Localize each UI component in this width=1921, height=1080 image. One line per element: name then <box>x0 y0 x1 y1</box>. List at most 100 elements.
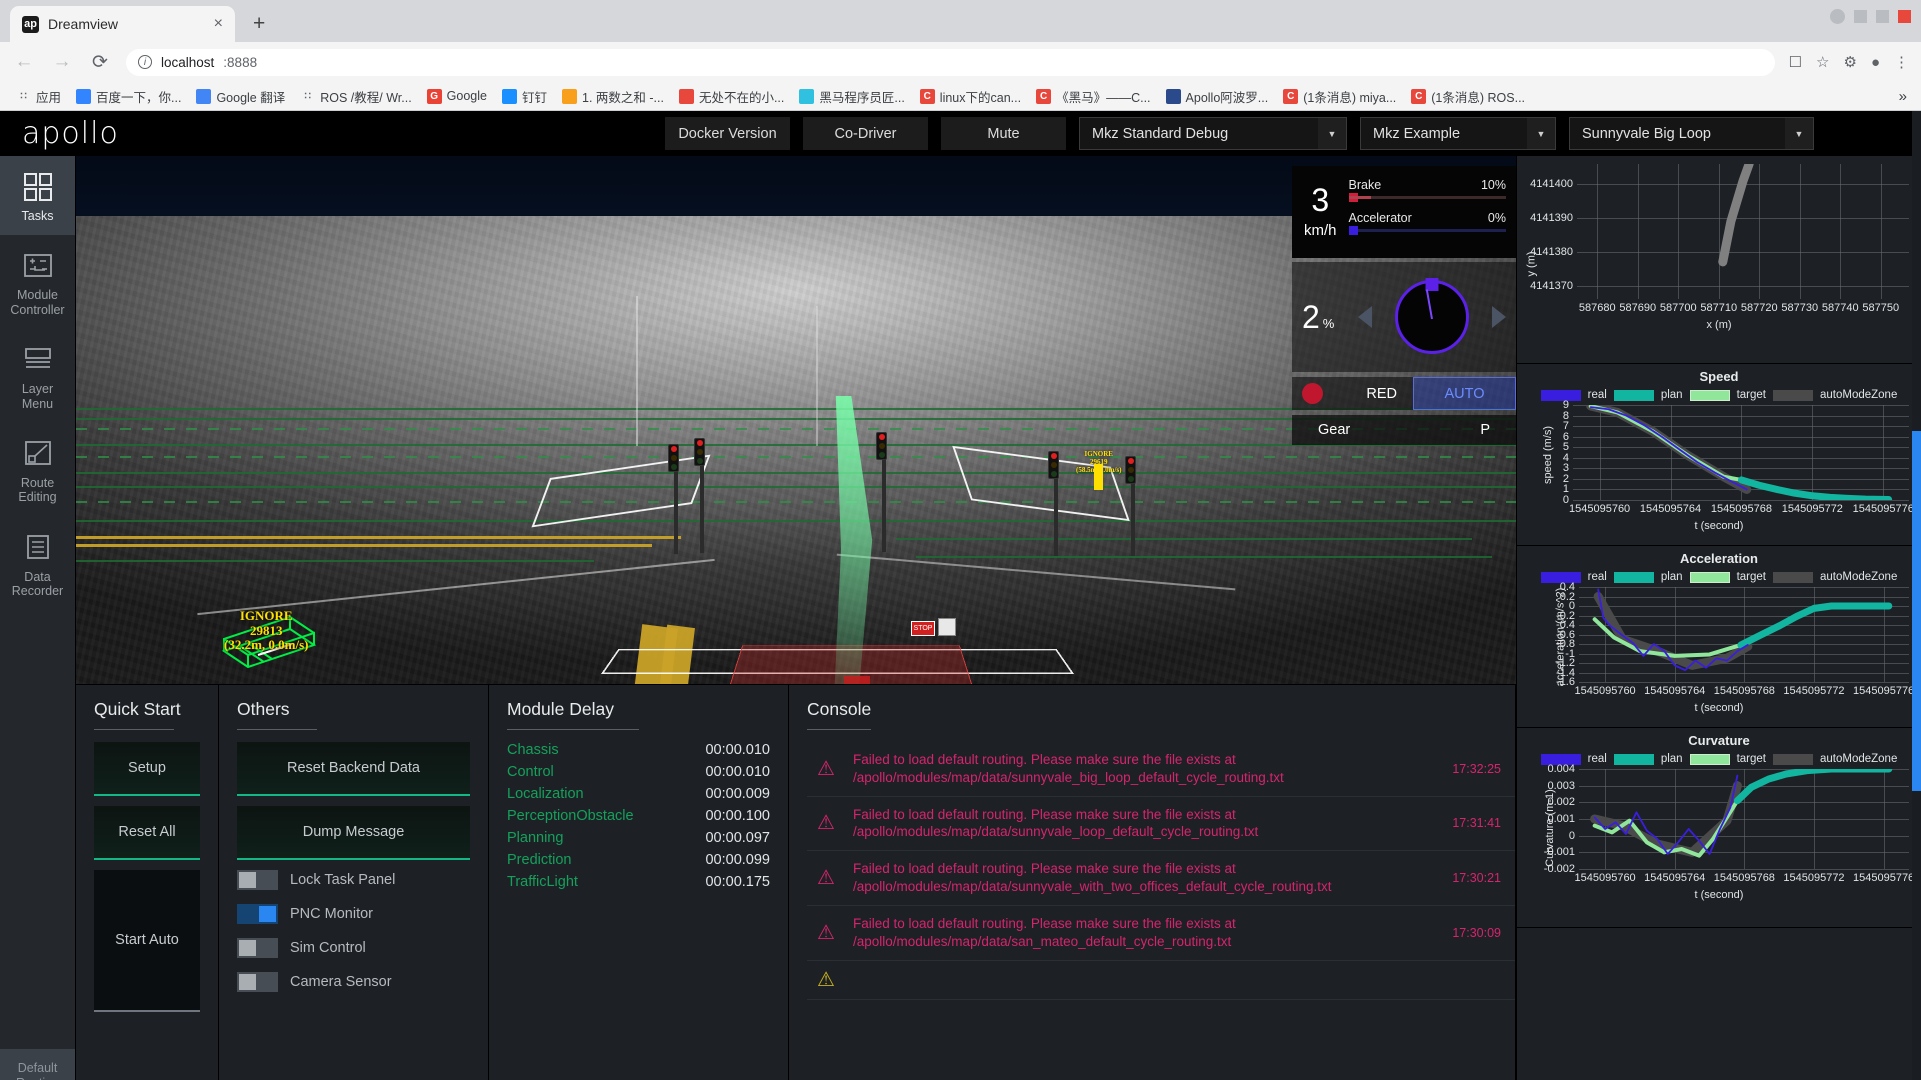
x-tick-label: 1545095776 <box>1853 872 1914 884</box>
bookmark-item[interactable]: C(1条消息) ROS... <box>1405 84 1531 109</box>
bookmark-item[interactable]: 黑马程序员匠... <box>793 84 910 109</box>
legend-label: autoModeZone <box>1820 389 1897 401</box>
bookmark-item[interactable]: Apollo阿波罗... <box>1160 84 1275 109</box>
chevron-down-icon[interactable]: ▼ <box>1318 118 1346 149</box>
mute-button[interactable]: Mute <box>941 117 1066 150</box>
extension-badge-icon[interactable] <box>1830 9 1845 24</box>
bookmark-star-icon[interactable]: ☆ <box>1816 53 1829 71</box>
y-tick-label: 4 <box>1563 452 1569 464</box>
console-row: ⚠Failed to load default routing. Please … <box>807 797 1515 852</box>
bookmark-item[interactable]: ∷ROS /教程/ Wr... <box>294 84 417 109</box>
co-driver-button[interactable]: Co-Driver <box>803 117 928 150</box>
speed-readout: 3 km/h <box>1304 184 1337 239</box>
chevron-down-icon[interactable]: ▼ <box>1527 118 1555 149</box>
bookmark-label: 百度一下，你... <box>96 87 181 106</box>
start-auto-button[interactable]: Start Auto <box>94 870 200 1012</box>
bookmark-item[interactable]: Google 翻译 <box>190 84 291 109</box>
translate-icon[interactable]: ☐ <box>1789 53 1802 71</box>
map-select[interactable]: Sunnyvale Big Loop▼ <box>1569 117 1814 150</box>
sidebar-item-tasks[interactable]: Tasks <box>0 156 75 235</box>
extensions-icon[interactable]: ⚙ <box>1843 53 1856 71</box>
browser-toolbar: ← → ⟳ i localhost:8888 ☐ ☆ ⚙ ● ⋮ <box>0 42 1921 82</box>
acceleration-chart: AccelerationrealplantargetautoModeZone0.… <box>1517 546 1921 728</box>
forward-icon[interactable]: → <box>50 51 74 73</box>
bookmarks-overflow-icon[interactable]: » <box>1899 88 1911 105</box>
profile-icon[interactable]: ● <box>1871 54 1880 71</box>
toggle-switch[interactable] <box>237 904 278 924</box>
toggle-switch[interactable] <box>237 938 278 958</box>
bookmark-item[interactable]: 钉钉 <box>496 84 553 109</box>
default-routing-button[interactable]: DefaultRouting <box>0 1049 75 1080</box>
module-name: Chassis <box>507 742 559 758</box>
x-tick-label: 587690 <box>1619 302 1656 314</box>
y-tick-label: 3 <box>1563 462 1569 474</box>
tab-favicon: ap <box>22 16 39 33</box>
docker-version-button[interactable]: Docker Version <box>665 117 790 150</box>
bookmark-item[interactable]: 百度一下，你... <box>70 84 187 109</box>
toggle-switch[interactable] <box>237 870 278 890</box>
select-value: Mkz Example <box>1361 126 1460 142</box>
y-tick-label: 8 <box>1563 410 1569 422</box>
sidebar-item-layer-menu[interactable]: LayerMenu <box>0 329 75 423</box>
bookmark-item[interactable]: 1. 两数之和 -... <box>556 84 670 109</box>
chevron-down-icon[interactable]: ▼ <box>1785 118 1813 149</box>
dump-message-button[interactable]: Dump Message <box>237 806 470 860</box>
csdn-icon: C <box>920 89 935 104</box>
bookmark-item[interactable]: C(1条消息) miya... <box>1277 84 1402 109</box>
traffic-light-icon <box>694 438 705 466</box>
x-tick-label: 1545095764 <box>1644 685 1705 697</box>
toggle-row[interactable]: PNC Monitor <box>237 904 470 924</box>
window-close-icon[interactable] <box>1898 10 1911 23</box>
menu-icon[interactable]: ⋮ <box>1894 53 1909 71</box>
toggle-row[interactable]: Lock Task Panel <box>237 870 470 890</box>
browser-tab[interactable]: ap Dreamview × <box>10 6 235 42</box>
vehicle-select[interactable]: Mkz Example ▼ <box>1360 117 1556 150</box>
bookmark-item[interactable]: ∷应用 <box>10 84 67 109</box>
x-tick-label: 587730 <box>1781 302 1818 314</box>
bookmark-item[interactable]: 无处不在的小... <box>673 84 790 109</box>
x-tick-label: 587720 <box>1741 302 1778 314</box>
bookmark-item[interactable]: GGoogle <box>421 86 493 107</box>
apps-grid-icon: ∷ <box>16 89 31 104</box>
traffic-light-dot-icon <box>1302 383 1323 404</box>
app-body: Tasks ModuleController LayerMenu RouteEd… <box>0 156 1921 1080</box>
reload-icon[interactable]: ⟳ <box>88 51 112 74</box>
scrollbar-thumb[interactable] <box>1912 431 1921 791</box>
toggle-switch[interactable] <box>237 972 278 992</box>
sidebar-item-label: ModuleController <box>2 288 73 317</box>
bookmark-item[interactable]: Clinux下的can... <box>914 84 1027 109</box>
address-bar[interactable]: i localhost:8888 <box>126 49 1775 76</box>
y-tick-label: 0.004 <box>1547 763 1575 775</box>
vehicle-mode-select[interactable]: Mkz Standard Debug▼ <box>1079 117 1347 150</box>
sidebar-item-module-controller[interactable]: ModuleController <box>0 235 75 329</box>
bookmark-item[interactable]: C《黑马》——C... <box>1030 84 1156 109</box>
steering-wheel-icon <box>1395 280 1469 354</box>
maximize-icon[interactable] <box>1876 10 1889 23</box>
warning-icon: ⚠ <box>817 970 839 990</box>
legend-swatch <box>1690 390 1730 401</box>
setup-button[interactable]: Setup <box>94 742 200 796</box>
new-tab-button[interactable]: + <box>253 12 265 36</box>
pnc-monitor-column: 4141370414138041413904141400587680587690… <box>1516 156 1921 1080</box>
legend-label: real <box>1588 571 1607 583</box>
grid-squares-icon <box>2 170 73 204</box>
apps-grid-icon: ∷ <box>300 89 315 104</box>
sidebar-item-data-recorder[interactable]: DataRecorder <box>0 517 75 611</box>
gear-value: P <box>1480 422 1490 438</box>
speed-chart: SpeedrealplantargetautoModeZone012345678… <box>1517 364 1921 546</box>
csdn-icon: C <box>1411 89 1426 104</box>
close-icon[interactable]: × <box>214 16 223 32</box>
sidebar-item-route-editing[interactable]: RouteEditing <box>0 423 75 517</box>
reset-all-button[interactable]: Reset All <box>94 806 200 860</box>
toggle-row[interactable]: Sim Control <box>237 938 470 958</box>
traffic-light-icon <box>1125 456 1136 484</box>
reset-backend-data-button[interactable]: Reset Backend Data <box>237 742 470 796</box>
scrollbar[interactable] <box>1912 111 1921 1080</box>
site-info-icon[interactable]: i <box>138 55 152 69</box>
traffic-cone-marker <box>1094 464 1103 490</box>
minimize-icon[interactable] <box>1854 10 1867 23</box>
toggle-row[interactable]: Camera Sensor <box>237 972 470 992</box>
scene-3d-view[interactable]: IGNORE 29813 (32.2m, 0.0m/s) <box>76 156 1516 684</box>
back-icon[interactable]: ← <box>12 51 36 73</box>
traffic-light-text: RED <box>1366 386 1403 402</box>
